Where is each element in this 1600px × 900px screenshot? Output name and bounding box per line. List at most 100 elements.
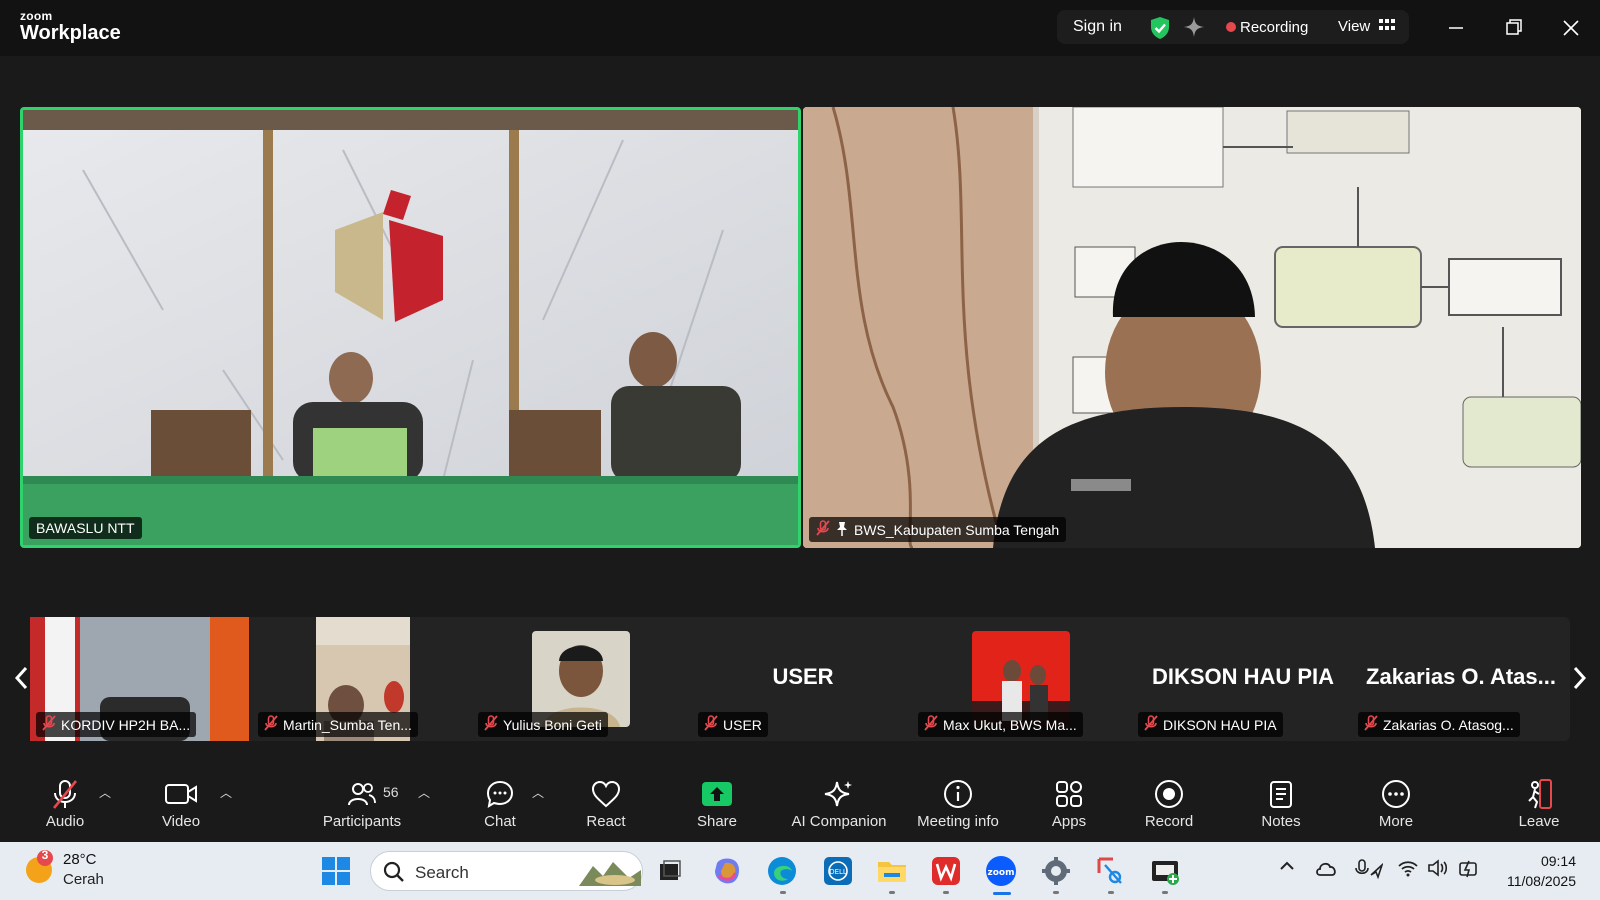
participant-display-name: Zakarias O. Atas... (1366, 664, 1556, 689)
battery-charging-icon[interactable] (1457, 859, 1479, 884)
participant-name: Martin_Sumba Ten... (283, 716, 412, 733)
system-clock[interactable]: 09:14 11/08/2025 (1494, 851, 1576, 891)
copilot-icon[interactable] (711, 855, 743, 887)
titlebar-controls: Sign in Recording View (1057, 10, 1409, 44)
participants-button[interactable]: Participants (307, 776, 417, 830)
gallery-tile[interactable]: Zakarias O. Atas... Zakarias O. Atasog..… (1352, 617, 1570, 741)
grid-view-icon[interactable] (1379, 18, 1395, 39)
dell-app-icon[interactable]: DELL (822, 855, 854, 887)
restore-icon[interactable] (1500, 14, 1528, 42)
gallery-prev-arrow-icon[interactable] (14, 665, 30, 698)
video-options-caret-icon[interactable]: ︿ (220, 784, 232, 801)
participant-name-badge: Martin_Sumba Ten... (258, 712, 418, 737)
participant-name: DIKSON HAU PIA (1163, 716, 1277, 733)
recording-label[interactable]: Recording (1240, 19, 1308, 36)
chat-options-caret-icon[interactable]: ︿ (532, 784, 544, 801)
mic-location-icon[interactable] (1355, 859, 1384, 884)
audio-options-caret-icon[interactable]: ︿ (99, 784, 111, 801)
participants-count: 56 (383, 784, 399, 800)
security-shield-icon[interactable] (1149, 16, 1171, 45)
windows-start-icon[interactable] (320, 855, 352, 887)
zoom-logo: zoom Workplace (20, 10, 121, 43)
gallery-tile[interactable]: USER USER (692, 617, 914, 741)
wifi-icon[interactable] (1397, 859, 1419, 882)
apps-button[interactable]: Apps (1014, 776, 1124, 830)
react-label: React (586, 813, 626, 830)
running-indicator (1162, 891, 1168, 894)
participants-icon (307, 776, 417, 812)
view-button[interactable]: View (1338, 18, 1370, 35)
record-button[interactable]: Record (1114, 776, 1224, 830)
gallery-tile[interactable]: Max Ukut, BWS Ma... (912, 617, 1134, 741)
participant-name-badge: USER (698, 712, 768, 737)
gallery-tile[interactable]: DIKSON HAU PIA DIKSON HAU PIA (1132, 617, 1354, 741)
weather-temperature: 28°C (63, 851, 97, 868)
participants-options-caret-icon[interactable]: ︿ (418, 784, 430, 801)
share-button[interactable]: Share (662, 776, 772, 830)
video-tile-bws-sumba-tengah[interactable]: BWS_Kabupaten Sumba Tengah (803, 107, 1581, 548)
wps-office-icon[interactable] (930, 855, 962, 887)
mic-muted-icon (1364, 715, 1378, 734)
clock-date: 11/08/2025 (1506, 873, 1576, 889)
volume-icon[interactable] (1427, 859, 1449, 882)
running-indicator (780, 891, 786, 894)
audio-label: Audio (45, 813, 85, 830)
mic-muted-icon (704, 715, 718, 734)
notes-label: Notes (1261, 813, 1301, 830)
svg-text:DELL: DELL (829, 868, 847, 876)
onedrive-cloud-icon[interactable] (1315, 859, 1339, 882)
store-cart-icon[interactable] (1149, 855, 1181, 887)
snipping-tool-icon[interactable] (1095, 855, 1127, 887)
participant-name: USER (723, 716, 762, 733)
react-button[interactable]: React (551, 776, 661, 830)
file-explorer-icon[interactable] (876, 855, 908, 887)
gallery-tile[interactable]: Yulius Boni Geti (472, 617, 694, 741)
participant-name: Yulius Boni Geti (503, 716, 602, 733)
mic-muted-icon (816, 520, 830, 539)
meeting-info-button[interactable]: Meeting info (903, 776, 1013, 830)
speaker-video-feed (803, 107, 1581, 548)
weather-badge: 3 (41, 848, 49, 862)
ai-companion-button[interactable]: AI Companion (782, 776, 896, 830)
more-label: More (1378, 813, 1414, 830)
room-video-feed (23, 110, 798, 545)
participant-name-badge: BAWASLU NTT (29, 517, 142, 539)
chat-label: Chat (484, 813, 516, 830)
tray-chevron-up-icon[interactable] (1278, 859, 1296, 878)
participant-name: BAWASLU NTT (36, 520, 135, 536)
participant-name-badge: KORDIV HP2H BA... (36, 712, 197, 737)
zoom-app-icon[interactable]: zoom (985, 855, 1017, 887)
record-label: Record (1144, 813, 1194, 830)
more-dots-icon (1341, 776, 1451, 812)
minimize-icon[interactable] (1442, 14, 1470, 42)
edge-browser-icon[interactable] (766, 855, 798, 887)
meeting-toolbar: Audio ︿ Video ︿ Participants 56 ︿ Chat ︿… (0, 770, 1600, 840)
video-label: Video (161, 813, 201, 830)
gallery-tile[interactable]: Martin_Sumba Ten... (252, 617, 474, 741)
heart-icon (551, 776, 661, 812)
active-app-indicator (993, 892, 1011, 895)
apps-label: Apps (1051, 813, 1087, 830)
search-icon (383, 861, 405, 888)
recording-dot-icon (1226, 22, 1236, 32)
video-tile-bawaslu-ntt[interactable]: BAWASLU NTT (20, 107, 801, 548)
settings-gear-icon[interactable] (1040, 855, 1072, 887)
leave-button[interactable]: Leave (1484, 776, 1594, 830)
running-indicator (943, 891, 949, 894)
close-icon[interactable] (1557, 14, 1585, 42)
more-button[interactable]: More (1341, 776, 1451, 830)
notes-button[interactable]: Notes (1226, 776, 1336, 830)
clock-time: 09:14 (1540, 853, 1576, 869)
weather-condition: Cerah (63, 871, 104, 888)
taskbar-search[interactable]: Search (370, 851, 643, 891)
task-view-icon[interactable] (654, 855, 686, 887)
participant-name: KORDIV HP2H BA... (61, 716, 191, 733)
mic-muted-icon (42, 715, 56, 734)
logo-small: zoom (20, 9, 53, 23)
share-label: Share (696, 813, 738, 830)
sign-in-link[interactable]: Sign in (1073, 18, 1122, 36)
gallery-tile[interactable]: KORDIV HP2H BA... (30, 617, 252, 741)
weather-widget[interactable]: 3 (24, 848, 60, 895)
ai-sparkle-icon[interactable] (1183, 16, 1205, 43)
gallery-next-arrow-icon[interactable] (1571, 665, 1587, 698)
